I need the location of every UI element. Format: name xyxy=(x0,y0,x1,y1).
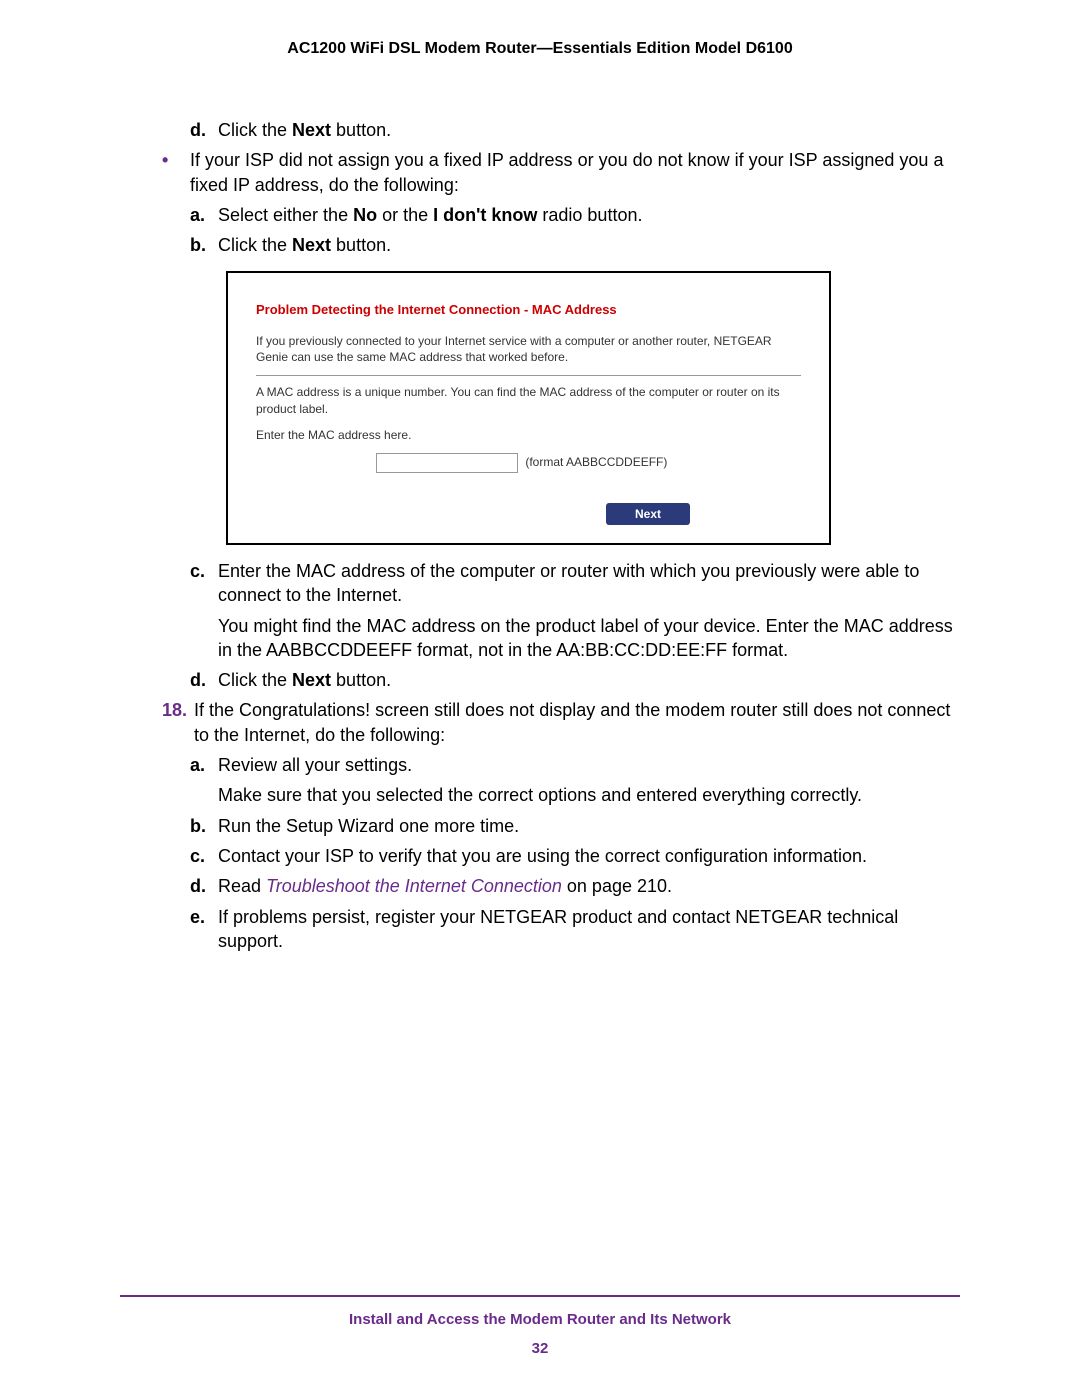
screenshot-title: Problem Detecting the Internet Connectio… xyxy=(256,301,801,319)
step-text: Click the Next button. xyxy=(218,233,391,257)
step-number: 18. xyxy=(162,698,194,747)
step-label: c. xyxy=(190,559,218,608)
step-text: Enter the MAC address of the computer or… xyxy=(218,559,960,608)
step-c2: c. Contact your ISP to verify that you a… xyxy=(190,844,960,868)
step-label: a. xyxy=(190,753,218,777)
step-text: Contact your ISP to verify that you are … xyxy=(218,844,867,868)
embedded-screenshot: Problem Detecting the Internet Connectio… xyxy=(226,271,831,544)
note-text: Make sure that you selected the correct … xyxy=(218,783,862,807)
step-text: Read Troubleshoot the Internet Connectio… xyxy=(218,874,672,898)
step-a2-note: Make sure that you selected the correct … xyxy=(190,783,960,807)
step-label: b. xyxy=(190,233,218,257)
mac-address-input[interactable] xyxy=(376,453,518,473)
next-button[interactable]: Next xyxy=(606,503,690,525)
bullet-text: If your ISP did not assign you a fixed I… xyxy=(190,148,960,197)
body-content: d. Click the Next button. • If your ISP … xyxy=(120,118,960,953)
page-number: 32 xyxy=(120,1340,960,1357)
step-e: e. If problems persist, register your NE… xyxy=(190,905,960,954)
cross-reference-link[interactable]: Troubleshoot the Internet Connection xyxy=(266,876,562,896)
step-c1-note: You might find the MAC address on the pr… xyxy=(190,614,960,663)
page-footer: Install and Access the Modem Router and … xyxy=(120,1295,960,1357)
screenshot-para2: A MAC address is a unique number. You ca… xyxy=(256,384,801,416)
page-header: AC1200 WiFi DSL Modem Router—Essentials … xyxy=(120,40,960,58)
footer-divider xyxy=(120,1295,960,1297)
step-label: b. xyxy=(190,814,218,838)
step-label: d. xyxy=(190,874,218,898)
step-label: d. xyxy=(190,668,218,692)
step-text: If problems persist, register your NETGE… xyxy=(218,905,960,954)
step-label: d. xyxy=(190,118,218,142)
step-text: Review all your settings. xyxy=(218,753,412,777)
step-a2: a. Review all your settings. xyxy=(190,753,960,777)
step-label: e. xyxy=(190,905,218,954)
footer-section-title: Install and Access the Modem Router and … xyxy=(120,1311,960,1328)
screenshot-prompt: Enter the MAC address here. xyxy=(256,427,801,443)
step-d-top: d. Click the Next button. xyxy=(190,118,960,142)
step-b1: b. Click the Next button. xyxy=(190,233,960,257)
step-d3: d. Read Troubleshoot the Internet Connec… xyxy=(190,874,960,898)
step-text: Click the Next button. xyxy=(218,118,391,142)
bullet-icon: • xyxy=(162,148,190,197)
step-c1: c. Enter the MAC address of the computer… xyxy=(190,559,960,608)
mac-input-row: (format AABBCCDDEEFF) xyxy=(256,453,801,473)
step-text: Click the Next button. xyxy=(218,668,391,692)
step-a1: a. Select either the No or the I don't k… xyxy=(190,203,960,227)
step-d2: d. Click the Next button. xyxy=(190,668,960,692)
step-b2: b. Run the Setup Wizard one more time. xyxy=(190,814,960,838)
step-18: 18. If the Congratulations! screen still… xyxy=(120,698,960,747)
step-text: Select either the No or the I don't know… xyxy=(218,203,642,227)
step-text: Run the Setup Wizard one more time. xyxy=(218,814,519,838)
mac-format-hint: (format AABBCCDDEEFF) xyxy=(525,455,667,469)
screenshot-para1: If you previously connected to your Inte… xyxy=(256,333,801,365)
divider xyxy=(256,375,801,376)
step-label: c. xyxy=(190,844,218,868)
bullet-item: • If your ISP did not assign you a fixed… xyxy=(120,148,960,197)
step-text: If the Congratulations! screen still doe… xyxy=(194,698,960,747)
note-text: You might find the MAC address on the pr… xyxy=(218,614,960,663)
document-page: AC1200 WiFi DSL Modem Router—Essentials … xyxy=(0,0,1080,1397)
step-label: a. xyxy=(190,203,218,227)
